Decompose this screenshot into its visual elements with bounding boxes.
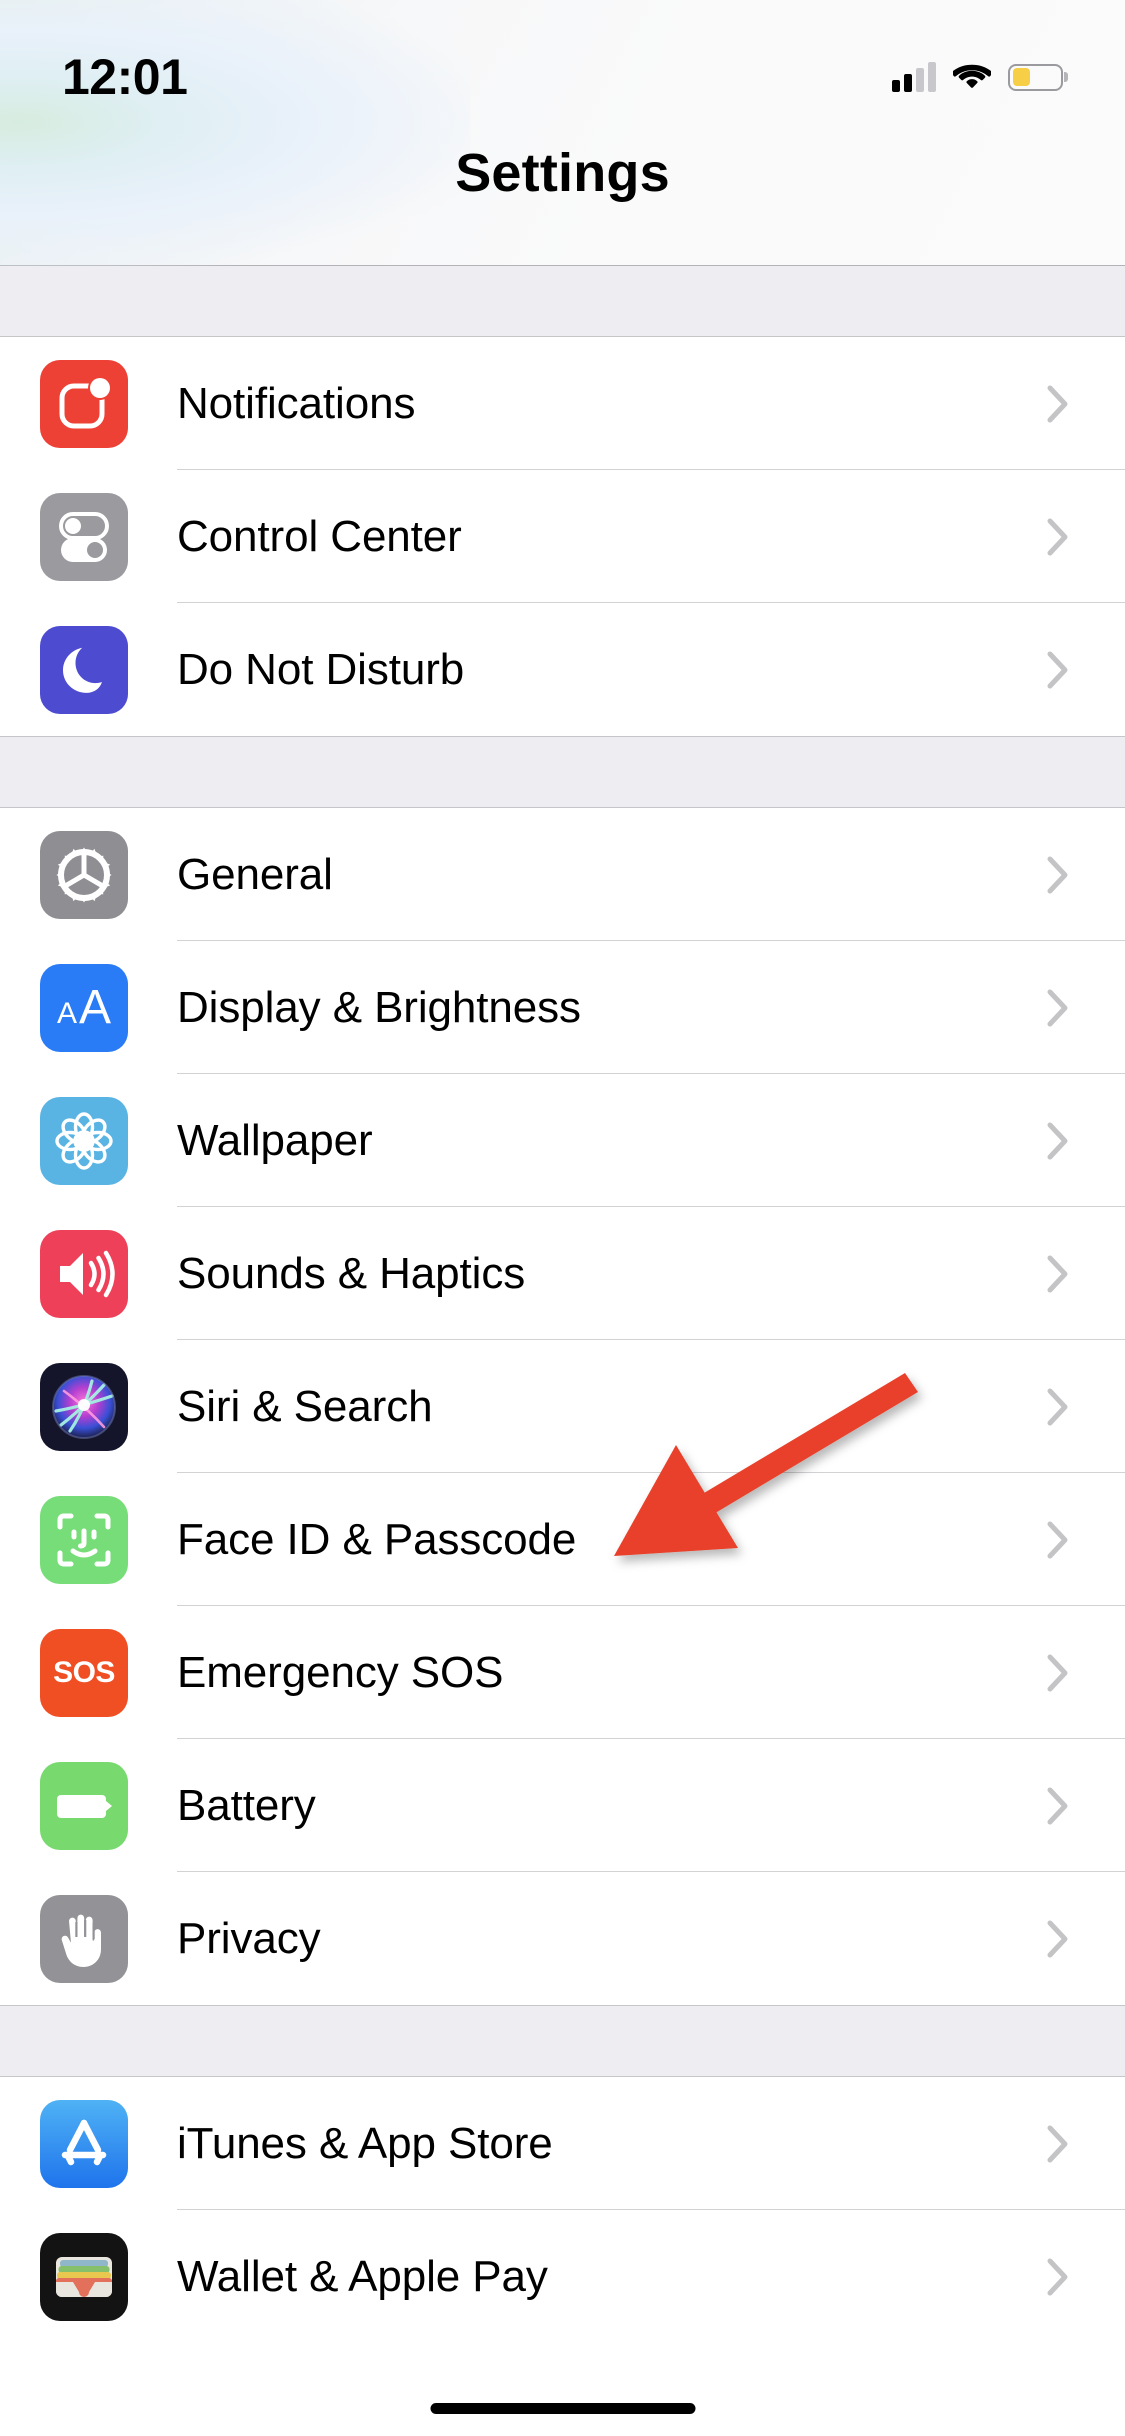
- wallpaper-icon: [40, 1096, 128, 1185]
- chevron-right-icon: [1047, 1388, 1069, 1426]
- section-gap: [0, 2006, 1125, 2076]
- settings-group-stores: iTunes & App Store Wallet & Apple Pay: [0, 2076, 1125, 2343]
- sidebar-item-label: General: [177, 849, 333, 899]
- emergency-sos-icon: SOS: [40, 1628, 128, 1717]
- battery-icon: [1008, 63, 1063, 91]
- sos-glyph-text: SOS: [53, 1655, 115, 1689]
- sidebar-item-battery[interactable]: Battery: [0, 1739, 1125, 1872]
- iphone-settings-screen: 12:01 Settings Notifications Control Cen…: [0, 0, 1125, 2436]
- sidebar-item-label: Emergency SOS: [177, 1647, 504, 1697]
- aa-glyph: A A: [56, 980, 112, 1034]
- sidebar-item-label: Control Center: [177, 511, 462, 561]
- sidebar-item-label: Siri & Search: [177, 1381, 433, 1431]
- settings-group-system: General A A Display & Brightness Wallpap…: [0, 807, 1125, 2006]
- battery-settings-icon: [40, 1761, 128, 1850]
- notifications-icon: [40, 359, 128, 448]
- display-brightness-icon: A A: [40, 963, 128, 1052]
- chevron-right-icon: [1047, 1920, 1069, 1958]
- wallet-icon: [40, 2232, 128, 2321]
- settings-group-alerts: Notifications Control Center Do Not Dist…: [0, 336, 1125, 737]
- do-not-disturb-icon: [40, 625, 128, 714]
- sidebar-item-sounds-haptics[interactable]: Sounds & Haptics: [0, 1207, 1125, 1340]
- face-id-icon: [40, 1495, 128, 1584]
- sidebar-item-label: Battery: [177, 1780, 316, 1830]
- cellular-signal-icon: [892, 62, 936, 92]
- sidebar-item-siri-search[interactable]: Siri & Search: [0, 1340, 1125, 1473]
- wifi-icon: [953, 64, 991, 88]
- chevron-right-icon: [1047, 651, 1069, 689]
- sidebar-item-wallet-apple-pay[interactable]: Wallet & Apple Pay: [0, 2210, 1125, 2343]
- chevron-right-icon: [1047, 1787, 1069, 1825]
- sidebar-item-general[interactable]: General: [0, 808, 1125, 941]
- sounds-haptics-icon: [40, 1229, 128, 1318]
- chevron-right-icon: [1047, 1521, 1069, 1559]
- chevron-right-icon: [1047, 2258, 1069, 2296]
- sidebar-item-label: Wallpaper: [177, 1115, 373, 1165]
- home-indicator: [430, 2403, 695, 2414]
- general-gear-icon: [40, 830, 128, 919]
- sidebar-item-privacy[interactable]: Privacy: [0, 1872, 1125, 2005]
- sidebar-item-display-brightness[interactable]: A A Display & Brightness: [0, 941, 1125, 1074]
- chevron-right-icon: [1047, 856, 1069, 894]
- chevron-right-icon: [1047, 518, 1069, 556]
- sidebar-item-label: Do Not Disturb: [177, 644, 465, 694]
- sidebar-item-label: Notifications: [177, 378, 416, 428]
- status-bar-indicators: [892, 62, 1063, 92]
- sidebar-item-do-not-disturb[interactable]: Do Not Disturb: [0, 603, 1125, 736]
- app-store-icon: [40, 2099, 128, 2188]
- sidebar-item-label: Privacy: [177, 1913, 321, 1963]
- sidebar-item-label: iTunes & App Store: [177, 2118, 553, 2168]
- page-title: Settings: [455, 143, 670, 203]
- status-bar-clock: 12:01: [62, 49, 188, 105]
- section-gap: [0, 737, 1125, 807]
- sidebar-item-emergency-sos[interactable]: SOS Emergency SOS: [0, 1606, 1125, 1739]
- sidebar-item-notifications[interactable]: Notifications: [0, 337, 1125, 470]
- sidebar-item-label: Display & Brightness: [177, 982, 581, 1032]
- aa-small-letter: A: [56, 996, 77, 1030]
- chevron-right-icon: [1047, 1122, 1069, 1160]
- sidebar-item-label: Sounds & Haptics: [177, 1248, 526, 1298]
- status-bar: 12:01: [0, 0, 1125, 132]
- aa-big-letter: A: [79, 980, 112, 1034]
- chevron-right-icon: [1047, 1255, 1069, 1293]
- chevron-right-icon: [1047, 989, 1069, 1027]
- sidebar-item-label: Face ID & Passcode: [177, 1514, 577, 1564]
- sidebar-item-face-id-passcode[interactable]: Face ID & Passcode: [0, 1473, 1125, 1606]
- control-center-icon: [40, 492, 128, 581]
- privacy-hand-icon: [40, 1894, 128, 1983]
- chevron-right-icon: [1047, 1654, 1069, 1692]
- sidebar-item-itunes-app-store[interactable]: iTunes & App Store: [0, 2077, 1125, 2210]
- sidebar-item-wallpaper[interactable]: Wallpaper: [0, 1074, 1125, 1207]
- settings-list: Notifications Control Center Do Not Dist…: [0, 266, 1125, 2343]
- siri-search-icon: [40, 1362, 128, 1451]
- navigation-bar: 12:01 Settings: [0, 0, 1125, 266]
- chevron-right-icon: [1047, 385, 1069, 423]
- sidebar-item-control-center[interactable]: Control Center: [0, 470, 1125, 603]
- sidebar-item-label: Wallet & Apple Pay: [177, 2251, 548, 2301]
- chevron-right-icon: [1047, 2125, 1069, 2163]
- section-gap: [0, 266, 1125, 336]
